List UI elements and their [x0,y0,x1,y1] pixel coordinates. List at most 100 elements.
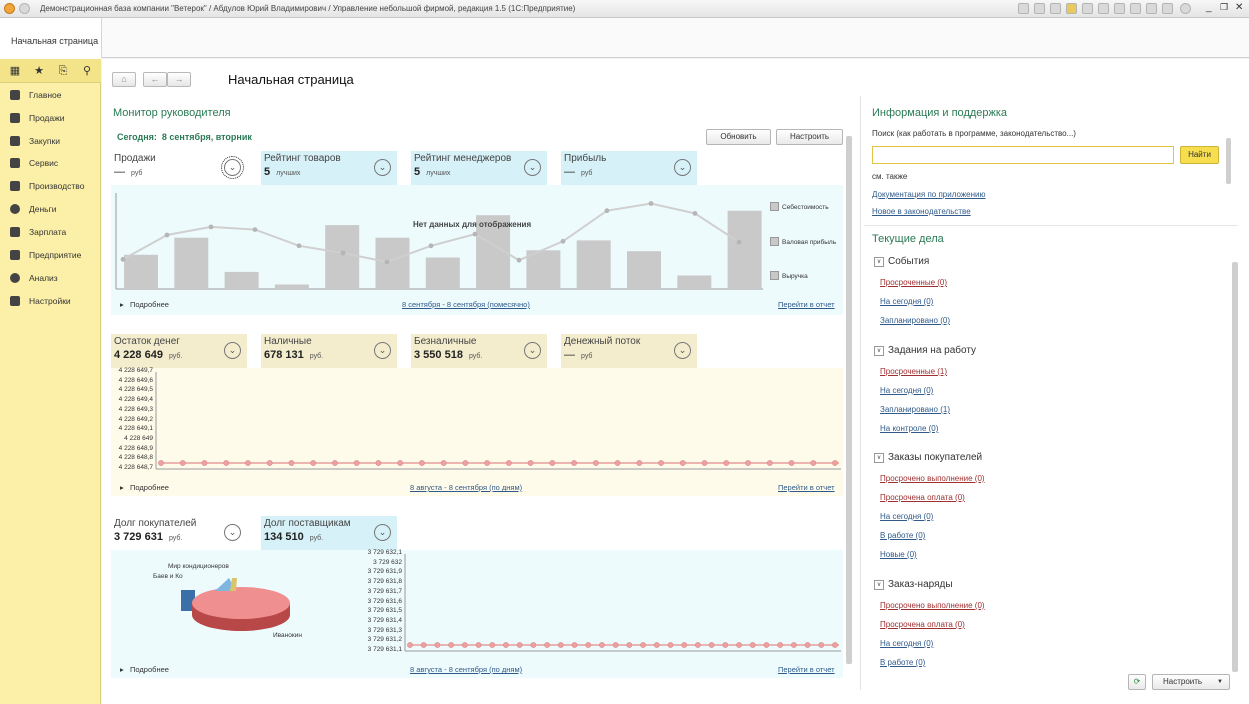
tasks-settings-button[interactable]: Настроить ▼ [1152,674,1230,690]
card-cash-balance[interactable]: Остаток денег 4 228 649 руб. ⌄ [111,334,247,368]
copy-icon[interactable] [1050,3,1061,14]
task-link[interactable]: На сегодня (0) [880,386,933,395]
card-profit[interactable]: Прибыль — руб ⌄ [561,151,697,185]
info-scrollbar[interactable] [1226,138,1231,184]
memory-minus-icon[interactable] [1162,3,1173,14]
sales-period-link[interactable]: 8 сентября - 8 сентября (помесячно) [402,300,530,309]
debts-report-link[interactable]: Перейти в отчет [778,665,835,674]
card-cash[interactable]: Наличные 678 131 руб. ⌄ [261,334,397,368]
email-icon[interactable] [1018,3,1029,14]
news-link[interactable]: Новое в законодательстве [872,207,971,216]
minimize-icon[interactable]: _ [1206,2,1212,13]
card-customer-debt[interactable]: Долг покупателей 3 729 631 руб. ⌄ [111,516,247,550]
chevron-down-icon[interactable]: ⌄ [221,156,244,179]
task-link[interactable]: Просрочена оплата (0) [880,493,965,502]
task-group-title[interactable]: v Задания на работу [874,345,976,356]
task-group-title[interactable]: v Заказ-наряды [874,579,953,590]
forward-button[interactable]: → [167,72,191,87]
card-sales[interactable]: Продажи — руб ⌄ [111,151,247,185]
search-icon[interactable]: ⚲ [80,64,94,78]
monitor-settings-button[interactable]: Настроить [776,129,843,145]
memory-plus-icon[interactable] [1146,3,1157,14]
debts-more[interactable]: ▸ Подробнее [120,665,169,674]
calendar-icon[interactable] [1098,3,1109,14]
support-search-input[interactable] [872,146,1174,164]
print-icon[interactable] [1034,3,1045,14]
calculator-icon[interactable] [1114,3,1125,14]
task-link[interactable]: Новые (0) [880,550,917,559]
sidebar-item-purchases[interactable]: Закупки [10,136,60,150]
info-icon[interactable] [1180,3,1191,14]
task-link[interactable]: Просрочено выполнение (0) [880,474,985,483]
card-cash-flow[interactable]: Денежный поток — руб ⌄ [561,334,697,368]
task-link[interactable]: На контроле (0) [880,424,938,433]
chevron-down-icon[interactable]: ⌄ [524,342,541,359]
chevron-down-icon[interactable]: v [874,580,884,590]
task-link[interactable]: На сегодня (0) [880,512,933,521]
close-icon[interactable]: ✕ [1235,2,1243,13]
sidebar-item-production[interactable]: Производство [10,181,84,195]
sidebar-item-salary[interactable]: Зарплата [10,227,66,241]
refresh-tasks-icon[interactable]: ⟳ [1128,674,1146,690]
sidebar-item-settings[interactable]: Настройки [10,296,71,310]
chevron-down-icon[interactable]: ⌄ [224,342,241,359]
chevron-down-icon[interactable]: ⌄ [524,159,541,176]
sales-report-link[interactable]: Перейти в отчет [778,300,835,309]
menu-icon[interactable] [19,3,30,14]
money-period-link[interactable]: 8 августа - 8 сентября (по дням) [410,483,522,492]
find-button[interactable]: Найти [1180,146,1219,164]
card-non-cash[interactable]: Безналичные 3 550 518 руб. ⌄ [411,334,547,368]
task-link[interactable]: На сегодня (0) [880,297,933,306]
task-link[interactable]: В работе (0) [880,658,925,667]
home-button[interactable]: ⌂ [112,72,136,87]
task-link[interactable]: В работе (0) [880,531,925,540]
y-tick-label: 4 228 649,2 [118,415,153,423]
tab-home[interactable]: Начальная страница [0,18,102,59]
sales-more[interactable]: ▸ Подробнее [120,300,169,309]
sidebar-item-sales[interactable]: Продажи [10,113,65,127]
money-more[interactable]: ▸ Подробнее [120,483,169,492]
card-manager-rating[interactable]: Рейтинг менеджеров 5 лучших ⌄ [411,151,547,185]
task-link[interactable]: На сегодня (0) [880,639,933,648]
data-point [810,460,817,466]
grid-menu-icon[interactable]: ▦ [8,64,22,78]
task-link[interactable]: Запланировано (0) [880,316,950,325]
docs-link[interactable]: Документация по приложению [872,190,986,199]
sidebar-item-enterprise[interactable]: Предприятие [10,250,81,264]
task-group-title[interactable]: v Заказы покупателей [874,452,982,463]
sidebar-item-money[interactable]: Деньги [10,204,56,218]
chevron-down-icon[interactable]: v [874,453,884,463]
star-icon[interactable] [1066,3,1077,14]
refresh-button[interactable]: Обновить [706,129,771,145]
memory-m-icon[interactable] [1130,3,1141,14]
task-link[interactable]: Запланировано (1) [880,405,950,414]
chevron-down-icon[interactable]: ⌄ [374,524,391,541]
chevron-down-icon[interactable]: ⌄ [674,159,691,176]
chevron-down-icon[interactable]: ⌄ [224,524,241,541]
chevron-down-icon[interactable]: ⌄ [374,342,391,359]
chevron-down-icon[interactable]: ⌄ [674,342,691,359]
task-link[interactable]: Просроченные (0) [880,278,947,287]
data-point [549,460,556,466]
restore-icon[interactable]: ❐ [1220,2,1228,13]
chevron-down-icon[interactable]: v [874,257,884,267]
favorites-star-icon[interactable]: ★ [32,64,46,78]
history-doc-icon[interactable]: ⎘ [56,64,70,78]
card-product-rating[interactable]: Рейтинг товаров 5 лучших ⌄ [261,151,397,185]
chevron-down-icon[interactable]: ⌄ [374,159,391,176]
debts-period-link[interactable]: 8 августа - 8 сентября (по дням) [410,665,522,674]
sidebar-item-analysis[interactable]: Анализ [10,273,58,287]
card-supplier-debt[interactable]: Долг поставщикам 134 510 руб. ⌄ [261,516,397,550]
task-link[interactable]: Просрочено выполнение (0) [880,601,985,610]
money-report-link[interactable]: Перейти в отчет [778,483,835,492]
back-button[interactable]: ← [143,72,167,87]
tasks-scrollbar[interactable] [1232,262,1238,672]
sidebar-item-service[interactable]: Сервис [10,158,58,172]
task-group-title[interactable]: v События [874,256,929,267]
chevron-down-icon[interactable]: v [874,346,884,356]
task-link[interactable]: Просрочена оплата (0) [880,620,965,629]
monitor-scrollbar[interactable] [846,136,852,664]
history-icon[interactable] [1082,3,1093,14]
task-link[interactable]: Просроченные (1) [880,367,947,376]
sidebar-item-main[interactable]: Главное [10,90,61,104]
